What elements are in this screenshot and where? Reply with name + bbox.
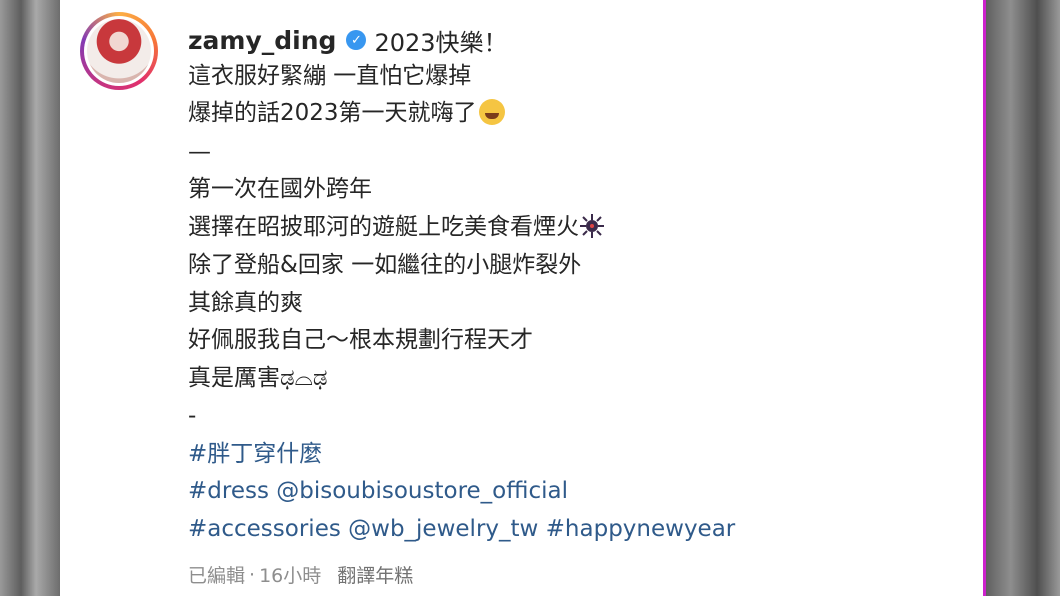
username[interactable]: zamy_ding: [188, 26, 336, 55]
caption-line: 除了登船&回家 一如繼往的小腿炸裂外: [188, 252, 582, 278]
background-blur-left: [0, 0, 60, 596]
verified-badge-icon: ✓: [346, 30, 367, 50]
avatar-image: [87, 19, 151, 83]
hashtag-link[interactable]: #胖丁穿什麼: [188, 438, 322, 470]
hashtag-mention-line[interactable]: #dress @bisoubisoustore_official: [188, 475, 568, 507]
avatar-inner: [84, 16, 154, 86]
caption-footer: 已編輯 · 16小時 翻譯年糕: [188, 561, 413, 588]
border-line: [983, 0, 986, 596]
footer-separator: ·: [249, 563, 256, 586]
laughing-tears-emoji-icon: [478, 99, 505, 125]
fireworks-emoji-icon: [580, 214, 604, 238]
caption-line: -: [188, 403, 197, 429]
caption-header: zamy_ding ✓ 2023快樂！: [188, 22, 508, 58]
caption-line: 好佩服我自己～根本規劃行程天才: [188, 327, 533, 353]
caption-line: 第一次在國外跨年: [188, 176, 372, 202]
avatar[interactable]: [80, 12, 158, 90]
timestamp[interactable]: 16小時: [259, 561, 321, 588]
caption-line: 真是厲害ಢ⌓ಢ: [188, 365, 328, 391]
hashtag-mention-line[interactable]: #accessories @wb_jewelry_tw #happynewyea…: [188, 513, 735, 545]
caption-first-line: 2023快樂！: [374, 28, 508, 57]
translate-button[interactable]: 翻譯年糕: [337, 561, 413, 588]
caption-line: —: [188, 139, 211, 165]
caption-line: 這衣服好緊繃 一直怕它爆掉: [188, 63, 472, 89]
background-blur-right: [984, 0, 1060, 596]
caption-line: 其餘真的爽: [188, 290, 303, 316]
edited-label: 已編輯: [188, 565, 246, 587]
caption-line: 選擇在昭披耶河的遊艇上吃美食看煙火: [188, 211, 605, 243]
caption-line: 爆掉的話2023第一天就嗨了: [188, 97, 505, 129]
